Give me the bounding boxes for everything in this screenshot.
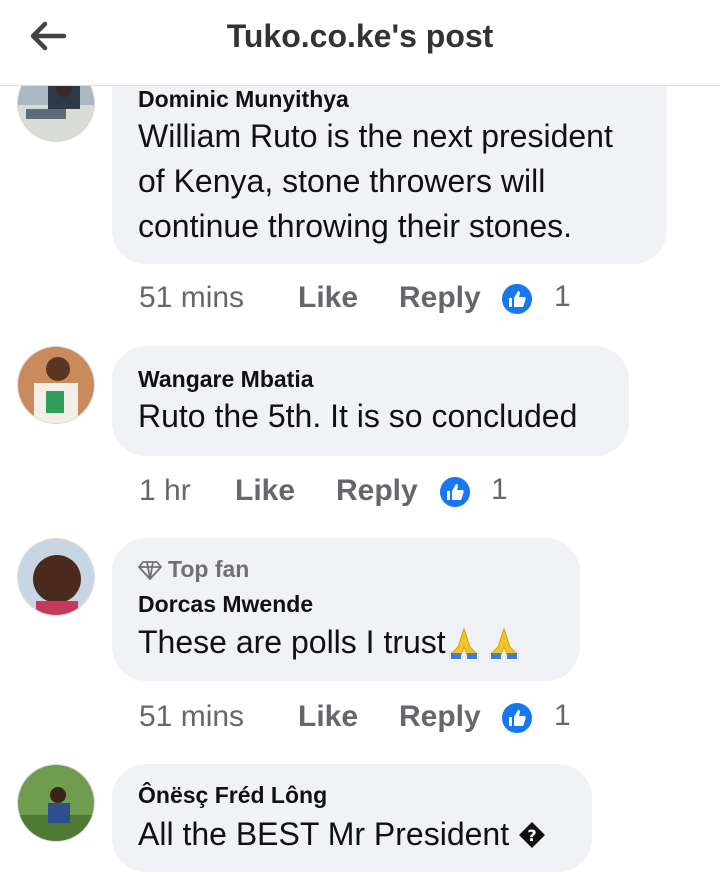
comment-bubble: Ônësç Fréd Lông All the BEST Mr Presiden…	[112, 764, 592, 872]
reply-button-label: Reply	[336, 474, 418, 507]
like-reaction-icon[interactable]	[438, 475, 472, 509]
comment-text-line: These are polls I trust	[138, 620, 526, 665]
comment-author[interactable]: Ônësç Fréd Lông	[138, 782, 327, 809]
reply-button-label: Reply	[399, 281, 481, 314]
praying-hands-emoji	[446, 625, 486, 663]
comment-bubble: Wangare Mbatia Ruto the 5th. It is so co…	[112, 346, 629, 456]
like-reaction-icon[interactable]	[500, 282, 534, 316]
comment-text: These are polls I trust	[138, 624, 446, 660]
reply-action[interactable]: Reply	[399, 278, 481, 318]
like-reaction-icon[interactable]	[500, 701, 534, 735]
comment-text-line: of Kenya, stone throwers will	[138, 163, 546, 199]
like-button-label: Like	[235, 474, 296, 507]
reply-action[interactable]: Reply	[336, 471, 418, 511]
comment-text-line: Ruto the 5th. It is so concluded	[138, 398, 578, 434]
praying-hands-emoji	[486, 625, 526, 663]
top-bar: Tuko.co.ke's post	[0, 0, 720, 86]
avatar[interactable]	[17, 538, 95, 616]
page-title: Tuko.co.ke's post	[226, 18, 494, 54]
comment-time: 1 hr	[139, 474, 191, 507]
diamond-icon	[138, 560, 162, 580]
like-action[interactable]: Like	[298, 697, 358, 737]
comment-text-line: All the BEST Mr President ?	[138, 812, 548, 857]
comment-author[interactable]: Wangare Mbatia	[138, 366, 314, 393]
svg-text:?: ?	[527, 826, 536, 845]
comment-author[interactable]: Dorcas Mwende	[138, 591, 313, 618]
like-action[interactable]: Like	[298, 278, 358, 318]
comment-bubble: Top fan Dorcas Mwende These are polls I …	[112, 538, 580, 681]
unknown-glyph-icon: ?	[518, 816, 548, 848]
like-button-label: Like	[298, 700, 359, 733]
comment-actions: 1 hr	[139, 471, 191, 511]
reply-action[interactable]: Reply	[399, 697, 481, 737]
comment-actions: 51 mins	[139, 278, 244, 318]
comment-time: 51 mins	[139, 281, 245, 314]
reply-button-label: Reply	[399, 700, 481, 733]
top-fan-label: Top fan	[168, 556, 250, 582]
top-fan-badge: Top fan	[138, 556, 249, 583]
reaction-count[interactable]: 1	[554, 280, 571, 314]
comment-time: 51 mins	[139, 700, 245, 733]
comment-text: All the BEST Mr President	[138, 816, 510, 852]
comment-text-line: continue throwing their stones.	[138, 208, 573, 244]
reaction-count[interactable]: 1	[491, 473, 508, 507]
reaction-count[interactable]: 1	[554, 699, 571, 733]
comment-text-line: William Ruto is the next president	[138, 118, 613, 154]
comment-author[interactable]: Dominic Munyithya	[138, 86, 349, 113]
comment-actions: 51 mins	[139, 697, 244, 737]
avatar[interactable]	[17, 346, 95, 424]
like-button-label: Like	[298, 281, 359, 314]
avatar[interactable]	[17, 764, 95, 842]
like-action[interactable]: Like	[235, 471, 295, 511]
